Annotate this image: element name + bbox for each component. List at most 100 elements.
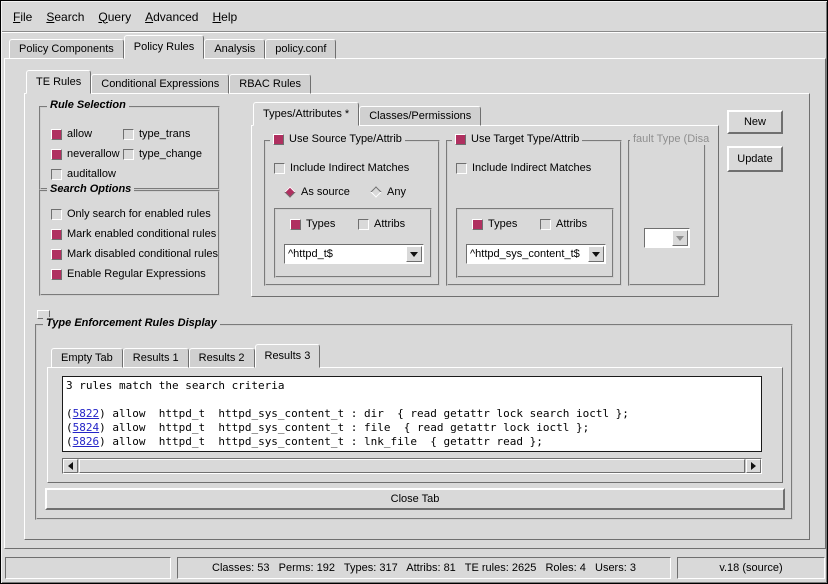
main-tabs: Policy Components Policy Rules Analysis … xyxy=(9,35,336,59)
checkbox-target-attribs[interactable]: Attribs xyxy=(540,216,587,232)
rule-prefix: ( xyxy=(66,407,73,420)
sub-tabs: TE Rules Conditional Expressions RBAC Ru… xyxy=(26,70,311,94)
arrow-left-icon xyxy=(68,462,73,470)
source-indirect-checkbox-indicator xyxy=(274,163,285,174)
tab-policy-components[interactable]: Policy Components xyxy=(9,39,124,59)
checkbox-target-indirect[interactable]: Include Indirect Matches xyxy=(456,160,591,176)
status-stats-text: Classes: 53 Perms: 192 Types: 317 Attrib… xyxy=(212,562,636,574)
types-attributes-tabs: Types/Attributes * Classes/Permissions xyxy=(253,102,481,126)
mark-enabled-conditional-label: Mark enabled conditional rules xyxy=(67,228,216,240)
main-notebook-body: TE Rules Conditional Expressions RBAC Ru… xyxy=(4,58,826,549)
source-type-combobox-value[interactable]: ^httpd_t$ xyxy=(285,248,406,260)
target-types-label: Types xyxy=(488,218,517,230)
enable-regex-label: Enable Regular Expressions xyxy=(67,268,206,280)
checkbox-mark-disabled-conditional[interactable]: Mark disabled conditional rules xyxy=(51,246,218,262)
auditallow-checkbox-indicator xyxy=(51,169,62,180)
tab-classes-permissions[interactable]: Classes/Permissions xyxy=(359,106,481,126)
close-tab-button[interactable]: Close Tab xyxy=(45,488,785,510)
source-types-label: Types xyxy=(306,218,335,230)
tab-analysis[interactable]: Analysis xyxy=(204,39,265,59)
type-change-checkbox-indicator xyxy=(123,149,134,160)
tab-types-attributes[interactable]: Types/Attributes * xyxy=(253,102,359,126)
checkbox-allow[interactable]: allow xyxy=(51,126,92,142)
checkbox-type-trans[interactable]: type_trans xyxy=(123,126,190,142)
menu-help[interactable]: Help xyxy=(205,7,244,27)
as-source-radio-indicator xyxy=(284,186,295,197)
horizontal-scrollbar[interactable] xyxy=(62,458,762,474)
checkbox-enable-regex[interactable]: Enable Regular Expressions xyxy=(51,266,206,282)
menu-file[interactable]: File xyxy=(6,7,39,27)
checkbox-mark-enabled-conditional[interactable]: Mark enabled conditional rules xyxy=(51,226,216,242)
tab-results-1[interactable]: Results 1 xyxy=(123,348,189,368)
allow-label: allow xyxy=(67,128,92,140)
rule-prefix: ( xyxy=(66,421,73,434)
results-tabs: Empty Tab Results 1 Results 2 Results 3 xyxy=(51,344,320,368)
tab-results-3[interactable]: Results 3 xyxy=(255,344,321,368)
checkbox-source-indirect[interactable]: Include Indirect Matches xyxy=(274,160,409,176)
new-button[interactable]: New xyxy=(727,110,783,134)
arrow-right-icon xyxy=(751,462,756,470)
search-options-frame: Search Options Only search for enabled r… xyxy=(39,190,220,296)
neverallow-checkbox-indicator xyxy=(51,149,62,160)
results-text[interactable]: 3 rules match the search criteria (5822)… xyxy=(62,376,762,452)
target-types-attribs-frame: Types Attribs ^httpd_sys_content_t$ xyxy=(456,208,614,278)
results-notebook-body: 3 rules match the search criteria (5822)… xyxy=(47,367,783,483)
tab-te-rules[interactable]: TE Rules xyxy=(26,70,91,94)
scroll-right-button[interactable] xyxy=(746,459,761,473)
target-types-checkbox-indicator xyxy=(472,219,483,230)
menu-query[interactable]: Query xyxy=(91,7,138,27)
use-target-checkbox-indicator xyxy=(455,134,466,145)
rule-selection-frame: Rule Selection allow type_trans neverall… xyxy=(39,106,220,190)
chevron-down-icon xyxy=(592,252,600,257)
menu-query-rest: uery xyxy=(108,10,131,24)
checkbox-enabled-rules-only[interactable]: Only search for enabled rules xyxy=(51,206,211,222)
tab-policy-rules[interactable]: Policy Rules xyxy=(124,35,205,59)
scrollbar-thumb[interactable] xyxy=(79,459,745,473)
menu-search[interactable]: Search xyxy=(39,7,91,27)
scroll-left-button[interactable] xyxy=(63,459,78,473)
neverallow-label: neverallow xyxy=(67,148,120,160)
tab-results-2[interactable]: Results 2 xyxy=(189,348,255,368)
any-label: Any xyxy=(387,186,406,198)
menu-file-rest: ile xyxy=(20,10,32,24)
rule-link-5826[interactable]: 5826 xyxy=(73,435,100,448)
source-attribs-label: Attribs xyxy=(374,218,405,230)
tab-policy-conf[interactable]: policy.conf xyxy=(265,39,336,59)
tab-conditional-expressions[interactable]: Conditional Expressions xyxy=(91,74,229,94)
app-window: File Search Query Advanced Help Policy C… xyxy=(0,0,828,584)
tab-empty[interactable]: Empty Tab xyxy=(51,348,123,368)
source-indirect-label: Include Indirect Matches xyxy=(290,162,409,174)
enabled-rules-only-checkbox-indicator xyxy=(51,209,62,220)
target-combo-dropdown-button[interactable] xyxy=(588,246,604,262)
radio-as-source[interactable]: As source xyxy=(286,184,350,200)
checkbox-target-types[interactable]: Types xyxy=(472,216,517,232)
status-panel-version: v.18 (source) xyxy=(677,557,825,579)
rule-link-5824[interactable]: 5824 xyxy=(73,421,100,434)
menubar: File Search Query Advanced Help xyxy=(2,2,826,31)
target-attribs-checkbox-indicator xyxy=(540,219,551,230)
checkbox-source-types[interactable]: Types xyxy=(290,216,335,232)
checkbox-type-change[interactable]: type_change xyxy=(123,146,202,162)
default-type-frame: fault Type (Disa xyxy=(628,140,706,286)
menu-help-mnemonic: H xyxy=(212,10,221,24)
mark-disabled-conditional-label: Mark disabled conditional rules xyxy=(67,248,218,260)
checkbox-source-attribs[interactable]: Attribs xyxy=(358,216,405,232)
checkbox-neverallow[interactable]: neverallow xyxy=(51,146,120,162)
target-type-combobox-value[interactable]: ^httpd_sys_content_t$ xyxy=(467,248,588,260)
source-types-attribs-frame: Types Attribs ^httpd_t$ xyxy=(274,208,432,278)
use-target-label: Use Target Type/Attrib xyxy=(471,133,579,145)
checkbox-auditallow[interactable]: auditallow xyxy=(51,166,116,182)
menu-advanced-rest: dvanced xyxy=(153,10,198,24)
menu-advanced[interactable]: Advanced xyxy=(138,7,205,27)
use-source-type-checkbox[interactable]: Use Source Type/Attrib xyxy=(270,133,405,145)
rule-link-5822[interactable]: 5822 xyxy=(73,407,100,420)
source-combo-dropdown-button[interactable] xyxy=(406,246,422,262)
blank-line xyxy=(66,393,758,407)
results-summary: 3 rules match the search criteria xyxy=(66,379,758,393)
radio-any[interactable]: Any xyxy=(372,184,406,200)
tab-rbac-rules[interactable]: RBAC Rules xyxy=(229,74,311,94)
use-target-type-checkbox[interactable]: Use Target Type/Attrib xyxy=(452,133,582,145)
update-button[interactable]: Update xyxy=(727,146,783,172)
chevron-down-icon xyxy=(676,236,684,241)
use-source-checkbox-indicator xyxy=(273,134,284,145)
